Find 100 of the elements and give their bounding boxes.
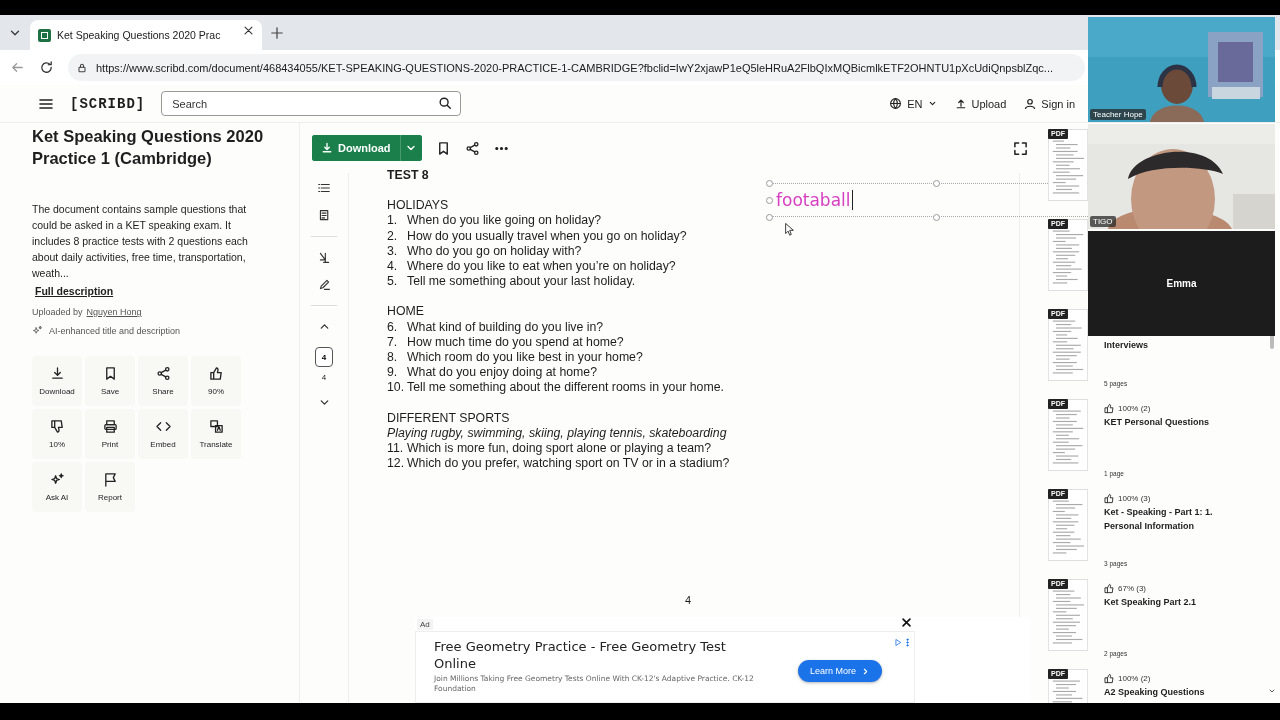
caret-icon bbox=[927, 99, 937, 108]
document-thumbnail[interactable] bbox=[1048, 399, 1088, 471]
document-description: The document contains sample questions that could be asked in a KET speaking exam. It includes 8 practice tests with 2 questions each about daily activities, free time, transportation, weath... bbox=[32, 202, 249, 281]
action-button[interactable]: Save bbox=[85, 356, 135, 406]
document-thumbnail[interactable] bbox=[1048, 579, 1088, 651]
thumbs-up-icon bbox=[1104, 583, 1115, 594]
ad-title[interactable]: Free Geometry Practice - Free Geometry Test Online bbox=[434, 638, 764, 672]
browser-tab[interactable]: Ket Speaking Questions 2020 Prac bbox=[30, 20, 262, 50]
pages-icon[interactable] bbox=[317, 209, 331, 222]
uploaded-by-label: Uploaded by bbox=[32, 307, 83, 317]
resize-handle[interactable] bbox=[933, 180, 940, 187]
download-icon bbox=[321, 142, 333, 154]
fullscreen-button[interactable] bbox=[1013, 140, 1028, 156]
action-button[interactable]: Share bbox=[138, 356, 188, 406]
sign-in-button[interactable]: Sign in bbox=[1024, 97, 1075, 110]
question-text: 11. Which is more fun, doing sport alone or playing a team? bbox=[387, 441, 712, 457]
upload-button[interactable]: Upload bbox=[954, 97, 1007, 110]
favicon-icon bbox=[38, 28, 51, 42]
fullscreen-icon bbox=[1013, 140, 1028, 156]
action-button[interactable]: Translate bbox=[191, 409, 241, 459]
document-link[interactable]: Ket - Speaking - Part 1: 1. Personal Information bbox=[1104, 505, 1224, 533]
page-total: 4 bbox=[321, 373, 327, 382]
question-text: 7. How much time do you spend at home? bbox=[387, 334, 624, 351]
close-icon[interactable] bbox=[243, 24, 254, 36]
action-button[interactable]: Report bbox=[85, 462, 135, 512]
report-icon bbox=[102, 472, 118, 487]
rating-text: 100% (2) bbox=[1118, 674, 1151, 683]
language-selector[interactable]: EN bbox=[889, 97, 937, 110]
scroll-down-icon[interactable] bbox=[1268, 687, 1276, 695]
question-text: 12. Which do you prefer, watching sport on TV or in a stadium? bbox=[387, 456, 730, 472]
action-button[interactable]: 90% bbox=[191, 356, 241, 406]
page-number-field[interactable]: 4 bbox=[315, 347, 333, 367]
share-icon[interactable] bbox=[464, 140, 480, 156]
question-text: 3. Who do you go on holiday with? bbox=[387, 243, 582, 259]
adchoices-icon[interactable] bbox=[894, 638, 903, 647]
globe-icon bbox=[889, 97, 903, 110]
document-thumbnail[interactable] bbox=[1048, 219, 1088, 291]
url-text: https://www.scribd.com/document/468434055/KET-SPEAKING-QUESTIONS-2020-PRACTICE-1-CAMBRIDGE?fbclid=IwY2xjawP1eQ5leHRuA2FlbQIxMQBicmlkETF2OHNTU1pXcUdiQnpsblZqc... bbox=[96, 61, 1053, 74]
upload-icon bbox=[954, 97, 967, 110]
question-text: 6. What kind of building do you live in? bbox=[387, 319, 604, 335]
pen-icon[interactable] bbox=[317, 278, 331, 291]
download-icon bbox=[49, 366, 65, 381]
rating-text: 100% (3) bbox=[1118, 494, 1151, 503]
document-link[interactable]: A2 Speaking Questions bbox=[1104, 685, 1224, 699]
sparkle-icon bbox=[32, 325, 43, 336]
tab-title: Ket Speaking Questions 2020 Prac bbox=[57, 29, 222, 41]
question-text: 2. How do you usually travel when you go on holiday? bbox=[387, 228, 687, 244]
new-tab-icon[interactable] bbox=[270, 26, 284, 40]
annotation-text: footaball bbox=[776, 190, 853, 210]
like-icon bbox=[208, 366, 224, 381]
question-text: 5. Tell me something about your last holiday. bbox=[387, 274, 636, 290]
resize-handle[interactable] bbox=[933, 214, 940, 221]
action-button[interactable]: Embed bbox=[138, 409, 188, 459]
search-field[interactable]: Search bbox=[161, 91, 462, 116]
outline-icon[interactable] bbox=[317, 181, 331, 195]
translate-icon bbox=[208, 419, 224, 434]
resize-handle[interactable] bbox=[766, 180, 773, 187]
dislike-icon bbox=[49, 419, 65, 434]
close-icon bbox=[901, 617, 912, 628]
resize-handle[interactable] bbox=[766, 197, 773, 204]
section-heading: HOLIDAYS bbox=[387, 198, 449, 214]
document-link[interactable]: Ket Speaking Part 2.1 bbox=[1104, 595, 1224, 609]
action-button[interactable]: Ask AI bbox=[32, 462, 82, 512]
resize-handle[interactable] bbox=[766, 214, 773, 221]
uploader-link[interactable]: Nguyen Hong bbox=[86, 307, 142, 317]
document-title: Ket Speaking Questions 2020 Practice 1 (Cambridge) bbox=[32, 126, 265, 169]
action-button[interactable]: Print bbox=[85, 409, 135, 459]
document-thumbnail[interactable] bbox=[1048, 489, 1088, 561]
question-text: 10. Tell me something about the different rooms in your home. bbox=[387, 380, 724, 396]
user-icon bbox=[1024, 97, 1037, 110]
document-link[interactable]: Interviews bbox=[1104, 338, 1224, 352]
full-description-link[interactable]: Full description bbox=[35, 285, 114, 297]
annotate-icon[interactable] bbox=[317, 251, 331, 264]
search-icon[interactable] bbox=[438, 96, 453, 110]
site-logo[interactable]: [SCRIBD] bbox=[70, 95, 146, 112]
action-button[interactable]: Download bbox=[32, 356, 82, 406]
participant-name: TIGO bbox=[1090, 216, 1116, 227]
ad-label: Ad bbox=[417, 619, 433, 630]
address-bar[interactable]: https://www.scribd.com/document/468434055/KET-SPEAKING-QUESTIONS-2020-PRACTICE-1-CAMBRIDGE?fbclid=IwY2xjawP1eQ5leHRuA2FlbQIxMQBicmlkETF2OHNTU1pXcUdiQnpsblZqc... bbox=[68, 54, 1085, 81]
participant-name: Teacher Hope bbox=[1090, 109, 1146, 120]
document-thumbnail[interactable] bbox=[1048, 129, 1088, 201]
reload-icon[interactable] bbox=[39, 60, 54, 75]
learn-more-button[interactable]: Learn More bbox=[798, 660, 883, 682]
ai-note: AI-enhanced title and description bbox=[49, 325, 181, 336]
close-button[interactable] bbox=[901, 617, 912, 628]
rating-text: 67% (3) bbox=[1118, 584, 1146, 593]
question-text: 8. Which room do you like best in your home? bbox=[387, 350, 643, 366]
page-number: 4 bbox=[685, 593, 692, 608]
section-heading: HOME bbox=[387, 304, 424, 320]
question-text: 1. When do you like going on holiday? bbox=[387, 213, 602, 229]
print-icon bbox=[102, 419, 118, 434]
document-thumbnail[interactable] bbox=[1048, 309, 1088, 381]
scrollbar-thumb[interactable] bbox=[1270, 335, 1274, 349]
test-heading: TEST 8 bbox=[387, 168, 429, 184]
dropdown-button[interactable] bbox=[399, 135, 422, 161]
back-icon[interactable] bbox=[10, 60, 25, 75]
share-icon bbox=[155, 366, 171, 381]
document-link[interactable]: KET Personal Questions bbox=[1104, 415, 1224, 429]
action-button[interactable]: 10% bbox=[32, 409, 82, 459]
question-text: 4. Where do you like to eat when you’re on holiday? bbox=[387, 259, 676, 275]
